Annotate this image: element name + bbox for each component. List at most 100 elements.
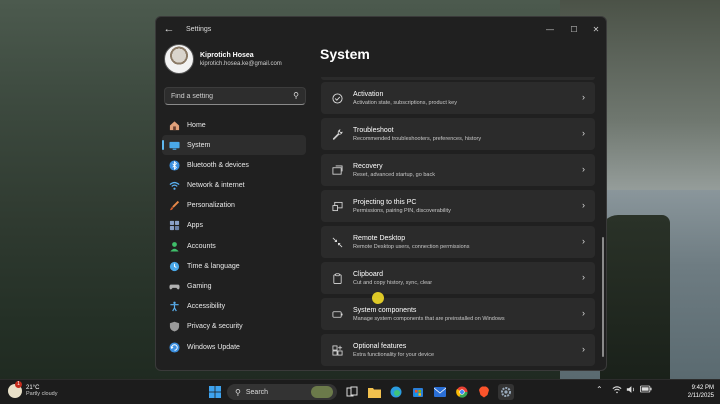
clipboard-icon (321, 272, 353, 284)
mail-icon[interactable] (432, 384, 448, 400)
edge-icon[interactable] (388, 384, 404, 400)
close-icon[interactable]: ✕ (584, 17, 606, 41)
sidebar-item-privacy-security[interactable]: Privacy & security (162, 317, 306, 337)
profile-name: Kiprotich Hosea (200, 51, 254, 59)
system-settings-list: Activation Activation state, subscriptio… (321, 77, 595, 370)
wrench-icon (321, 128, 353, 140)
search-input[interactable] (171, 92, 281, 100)
taskbar-clock[interactable]: 9:42 PM 2/11/2025 (670, 384, 714, 400)
minimize-icon[interactable]: — (538, 17, 562, 41)
card-subtitle: Cut and copy history, sync, clear (353, 279, 433, 286)
chrome-icon[interactable] (454, 384, 470, 400)
file-explorer-icon[interactable] (366, 384, 382, 400)
store-icon[interactable] (410, 384, 426, 400)
search-icon[interactable]: ⚲ (293, 91, 299, 100)
card-subtitle: Permissions, pairing PIN, discoverabilit… (353, 207, 451, 214)
sidebar-item-gaming[interactable]: Gaming (162, 277, 306, 297)
sidebar-item-label: Gaming (187, 283, 212, 290)
setting-card-remote-desktop[interactable]: Remote Desktop Remote Desktop users, con… (321, 226, 595, 258)
bluetooth-icon (168, 159, 180, 171)
chevron-right-icon: › (582, 200, 585, 210)
accessibility-icon (168, 301, 180, 313)
card-subtitle: Remote Desktop users, connection permiss… (353, 243, 470, 250)
taskbar: 1 21°C Partly cloudy ⚲ Search ⌃ 9:42 PM … (0, 379, 720, 404)
globe-clock-icon (168, 260, 180, 272)
sidebar-item-label: Windows Update (187, 343, 240, 351)
setting-card-clipboard[interactable]: Clipboard Cut and copy history, sync, cl… (321, 262, 595, 294)
start-icon[interactable] (207, 384, 223, 400)
profile-card[interactable]: Kiprotich Hosea kiprotich.hosea.ke@gmail… (164, 44, 282, 74)
sidebar-item-label: Accessibility (187, 303, 226, 311)
scrollbar-thumb[interactable] (602, 237, 604, 357)
card-subtitle: Reset, advanced startup, go back (353, 171, 435, 178)
wifi-icon (168, 180, 180, 192)
setting-card-recovery[interactable]: Recovery Reset, advanced startup, go bac… (321, 154, 595, 186)
check-circle-icon (321, 92, 353, 104)
wallpaper-cliff (600, 215, 670, 380)
previous-card-edge (321, 77, 595, 80)
card-subtitle: Extra functionality for your device (353, 351, 435, 358)
chevron-right-icon: › (582, 128, 585, 138)
page-title: System (320, 46, 370, 62)
setting-card-system-components[interactable]: System components Manage system componen… (321, 298, 595, 330)
sidebar-item-apps[interactable]: Apps (162, 216, 306, 236)
sidebar-item-label: Accounts (187, 242, 216, 250)
card-title: Recovery (353, 162, 383, 170)
clock-date: 2/11/2025 (687, 393, 714, 399)
title-bar: ← Settings — ☐ ✕ (156, 17, 606, 41)
sidebar-item-time-language[interactable]: Time & language (162, 256, 306, 276)
card-title: Activation (353, 90, 384, 98)
card-title: Clipboard (353, 270, 383, 278)
setting-card-troubleshoot[interactable]: Troubleshoot Recommended troubleshooters… (321, 118, 595, 150)
sidebar-item-bluetooth[interactable]: Bluetooth & devices (162, 155, 306, 175)
sidebar-item-accounts[interactable]: Accounts (162, 236, 306, 256)
avatar[interactable] (164, 44, 194, 74)
update-icon (168, 341, 180, 353)
chevron-right-icon: › (582, 92, 585, 102)
card-subtitle: Manage system components that are preins… (353, 315, 505, 322)
components-icon (321, 309, 353, 320)
sidebar-nav: Home System Bluetooth & devices Network … (162, 115, 306, 357)
weather-widget[interactable]: 1 21°C Partly cloudy (8, 381, 58, 398)
gamepad-icon (168, 281, 180, 293)
sidebar-item-label: System (187, 141, 211, 149)
setting-card-activation[interactable]: Activation Activation state, subscriptio… (321, 82, 595, 114)
apps-icon (168, 220, 180, 232)
sidebar-item-system[interactable]: System (162, 135, 306, 156)
sidebar-item-label: Network & internet (187, 182, 245, 190)
sidebar-item-personalization[interactable]: Personalization (162, 196, 306, 216)
sidebar-item-label: Personalization (187, 202, 235, 210)
chevron-up-icon[interactable]: ⌃ (596, 385, 603, 394)
sidebar-item-network[interactable]: Network & internet (162, 176, 306, 196)
chevron-right-icon: › (582, 164, 585, 174)
volume-icon[interactable] (626, 385, 636, 396)
settings-search[interactable]: ⚲ (164, 87, 306, 105)
sidebar-item-windows-update[interactable]: Windows Update (162, 337, 306, 357)
weather-icon: 1 (8, 381, 22, 398)
profile-email: kiprotich.hosea.ke@gmail.com (200, 60, 282, 67)
wifi-icon[interactable] (612, 385, 622, 396)
chevron-right-icon: › (582, 272, 585, 282)
taskbar-search[interactable]: ⚲ Search (227, 384, 337, 400)
card-subtitle: Activation state, subscriptions, product… (353, 99, 457, 106)
sidebar-item-home[interactable]: Home (162, 115, 306, 135)
sidebar-item-accessibility[interactable]: Accessibility (162, 297, 306, 317)
brave-icon[interactable] (476, 384, 492, 400)
sidebar-item-label: Time & language (187, 262, 240, 270)
notification-badge: 1 (15, 381, 22, 388)
chevron-right-icon: › (582, 308, 585, 318)
task-view-icon[interactable] (344, 384, 360, 400)
maximize-icon[interactable]: ☐ (562, 17, 586, 41)
setting-card-optional-features[interactable]: Optional features Extra functionality fo… (321, 334, 595, 366)
shield-icon (168, 321, 180, 333)
battery-icon[interactable] (640, 385, 652, 395)
back-arrow-icon[interactable]: ← (158, 17, 180, 41)
person-icon (168, 240, 180, 252)
search-highlight-image (311, 386, 333, 398)
card-subtitle: Recommended troubleshooters, preferences… (353, 135, 482, 142)
app-title: Settings (186, 25, 212, 33)
weather-condition: Partly cloudy (26, 391, 58, 397)
sidebar-item-label: Home (187, 121, 206, 129)
settings-gear-icon[interactable] (498, 384, 514, 400)
setting-card-projecting[interactable]: Projecting to this PC Permissions, pairi… (321, 190, 595, 222)
